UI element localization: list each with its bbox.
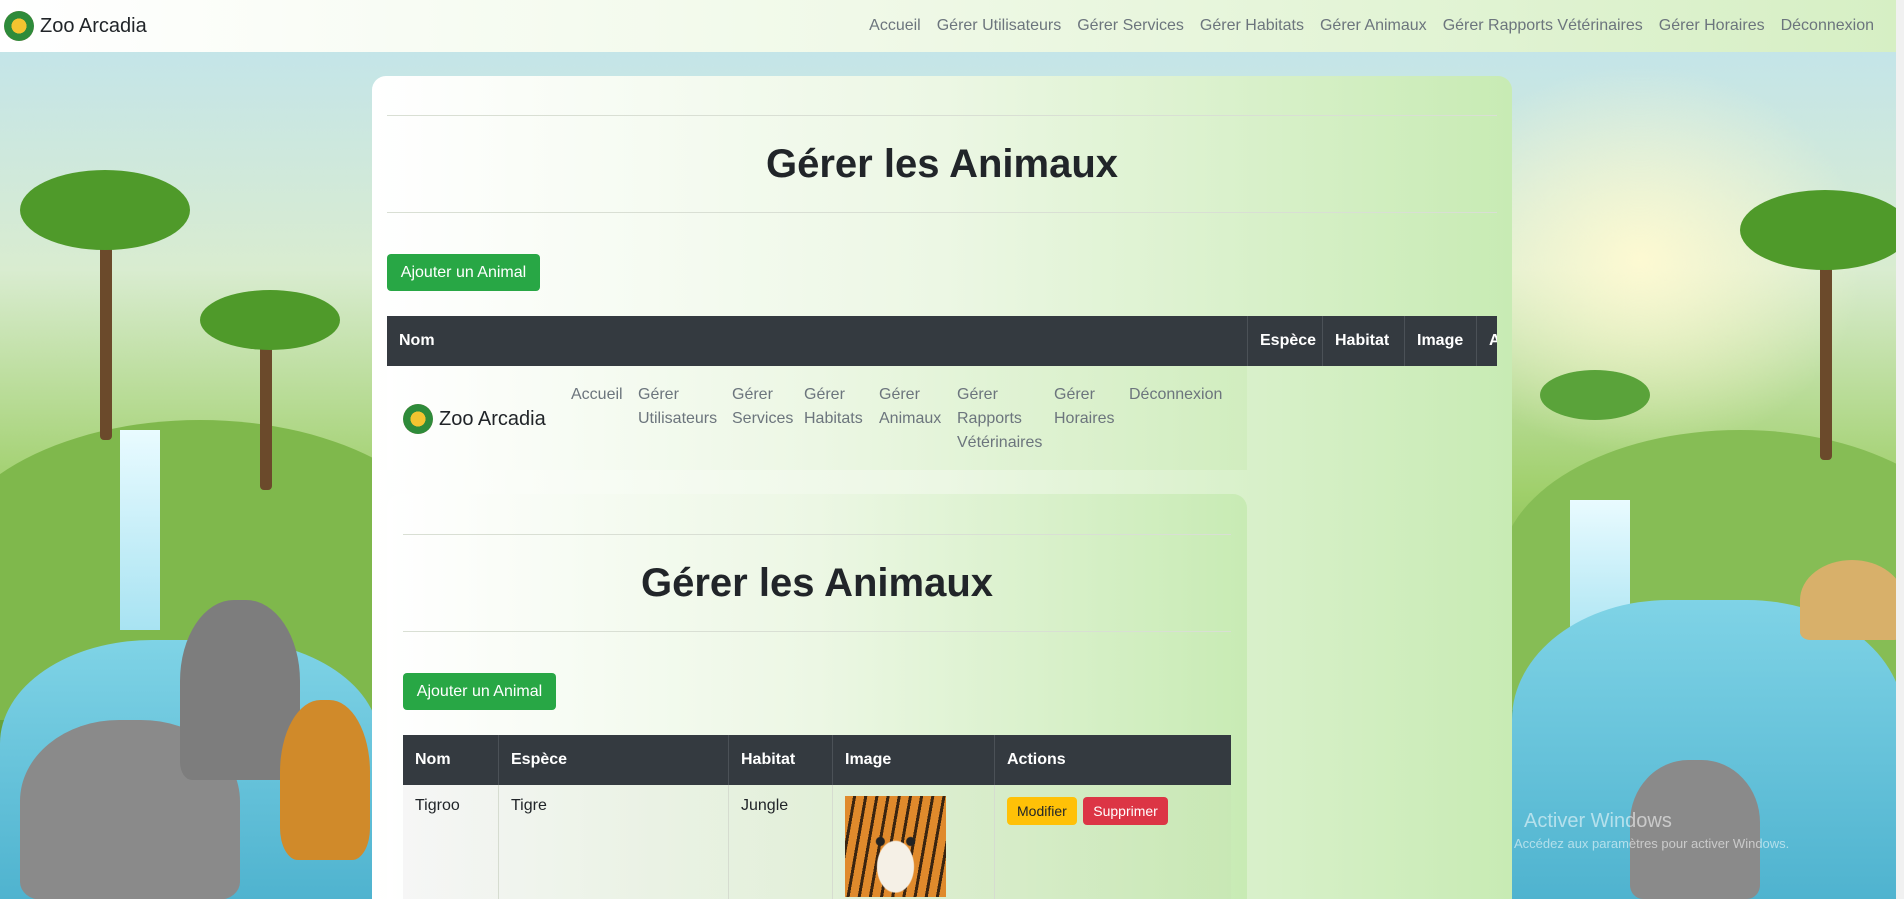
- cell-image: [832, 785, 994, 899]
- nav-gerer-habitats[interactable]: Gérer Habitats: [1200, 17, 1304, 35]
- column-header-actions: Actions: [994, 735, 1231, 785]
- edit-button[interactable]: Modifier: [1007, 797, 1077, 825]
- add-animal-button[interactable]: Ajouter un Animal: [387, 254, 540, 291]
- navbar-brand[interactable]: Zoo Arcadia: [4, 11, 147, 41]
- cell-nom: Tigroo: [415, 797, 460, 814]
- cell-habitat: Jungle: [728, 785, 832, 899]
- column-header-habitat: Habitat: [728, 735, 832, 785]
- embedded-navbar: Zoo Arcadia Accueil Gérer Utilisateurs Gé…: [387, 366, 1247, 470]
- nav-accueil[interactable]: Accueil: [869, 17, 921, 35]
- column-header-nom: Nom: [399, 332, 435, 349]
- nav-deconnexion[interactable]: Déconnexion: [1781, 17, 1874, 35]
- column-header-habitat: Habitat: [1322, 316, 1404, 366]
- column-header-actions: A: [1476, 316, 1497, 366]
- embedded-nav-gerer-habitats[interactable]: Gérer Habitats: [804, 383, 863, 431]
- embedded-nav-deconnexion[interactable]: Déconnexion: [1129, 383, 1222, 407]
- nav-gerer-services[interactable]: Gérer Services: [1077, 17, 1184, 35]
- cell-actions: Modifier Supprimer: [994, 785, 1231, 899]
- nav-gerer-animaux[interactable]: Gérer Animaux: [1320, 17, 1427, 35]
- zoo-logo-icon: [403, 404, 433, 434]
- embedded-nav-gerer-rapports[interactable]: Gérer Rapports Vétérinaires: [957, 383, 1042, 455]
- embedded-nav-gerer-utilisateurs[interactable]: Gérer Utilisateurs: [638, 383, 717, 431]
- column-header-image: Image: [832, 735, 994, 785]
- embedded-table-header: Nom Espèce Habitat Image Actions: [403, 735, 1231, 785]
- top-navbar: Zoo Arcadia Accueil Gérer Utilisateurs G…: [0, 0, 1904, 52]
- embedded-nav-gerer-services[interactable]: Gérer Services: [732, 383, 793, 431]
- nav-gerer-horaires[interactable]: Gérer Horaires: [1659, 17, 1765, 35]
- tiger-image: [845, 796, 946, 897]
- nav-links: Accueil Gérer Utilisateurs Gérer Service…: [869, 17, 1874, 35]
- table-header: Nom Espèce Habitat Image A: [387, 316, 1497, 366]
- embedded-navbar-brand[interactable]: Zoo Arcadia: [403, 404, 546, 434]
- zoo-logo-icon: [4, 11, 34, 41]
- brand-name: Zoo Arcadia: [40, 14, 147, 37]
- divider: [403, 631, 1231, 632]
- embedded-page-title: Gérer les Animaux: [640, 561, 993, 605]
- embedded-add-animal-button[interactable]: Ajouter un Animal: [403, 673, 556, 710]
- windows-activation-subtitle: Accédez aux paramètres pour activer Wind…: [1514, 836, 1790, 851]
- windows-activation-title: Activer Windows: [1524, 810, 1672, 832]
- brand-name: Zoo Arcadia: [439, 407, 546, 430]
- nav-gerer-rapports[interactable]: Gérer Rapports Vétérinaires: [1443, 17, 1643, 35]
- nav-gerer-utilisateurs[interactable]: Gérer Utilisateurs: [937, 17, 1061, 35]
- divider: [403, 534, 1231, 535]
- column-header-nom: Nom: [415, 751, 451, 768]
- embedded-nav-gerer-animaux[interactable]: Gérer Animaux: [879, 383, 941, 431]
- column-header-image: Image: [1404, 316, 1476, 366]
- page-title: Gérer les Animaux: [765, 142, 1118, 186]
- embedded-nav-gerer-horaires[interactable]: Gérer Horaires: [1054, 383, 1114, 431]
- divider: [387, 212, 1497, 213]
- column-header-espece: Espèce: [1247, 316, 1322, 366]
- column-header-espece: Espèce: [498, 735, 728, 785]
- delete-button[interactable]: Supprimer: [1083, 797, 1168, 825]
- table-row: Tigroo Tigre Jungle Modifier Supprimer: [403, 785, 1231, 899]
- divider: [387, 115, 1497, 116]
- embedded-nav-accueil[interactable]: Accueil: [571, 383, 623, 407]
- page-scrollbar[interactable]: [1896, 0, 1904, 899]
- cell-espece: Tigre: [498, 785, 728, 899]
